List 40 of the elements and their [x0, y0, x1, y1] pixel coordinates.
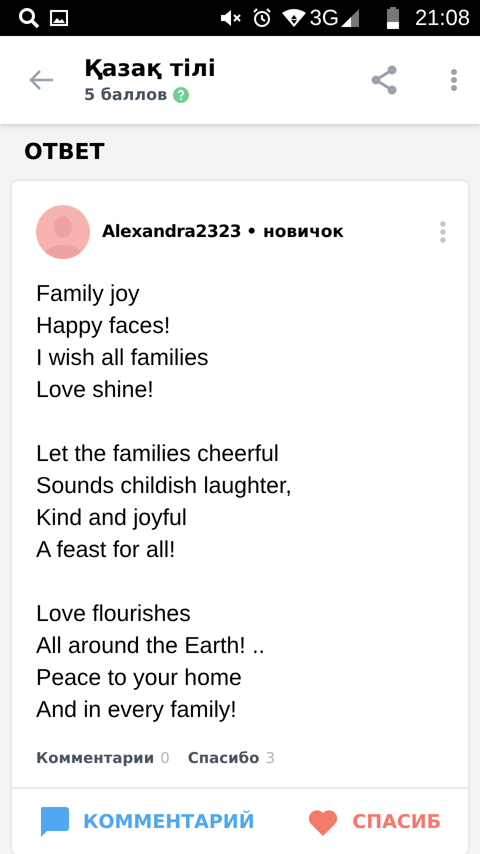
- author-name[interactable]: Alexandra2323: [102, 222, 242, 242]
- section-heading: ОТВЕТ: [23, 139, 106, 167]
- points-label: 5 баллов: [84, 85, 168, 104]
- speech-bubble-icon: [38, 807, 69, 837]
- image-icon: [50, 10, 68, 26]
- alarm-icon: [252, 8, 272, 28]
- poem-line: Peace to your home: [36, 663, 243, 692]
- poem-line: Happy faces!: [36, 311, 172, 340]
- poem-line: Sounds childish laughter,: [36, 471, 293, 500]
- share-icon[interactable]: [370, 65, 398, 95]
- more-icon[interactable]: [440, 220, 446, 244]
- author-rank: • новичок: [246, 222, 344, 242]
- poem-line: Let the families cheerful: [36, 439, 280, 468]
- poem-line: A feast for all!: [36, 535, 176, 564]
- stat-label: Спасибо: [188, 749, 260, 767]
- poem-line: I wish all families: [36, 343, 210, 372]
- search-icon: [18, 7, 40, 29]
- wifi-icon: [282, 9, 306, 27]
- stat-label: Комментарии: [36, 749, 154, 767]
- screen-title: Қазақ тілі: [84, 56, 217, 82]
- network-label: 3G: [310, 5, 339, 31]
- signal-icon: [340, 9, 359, 27]
- poem-line: And in every family!: [36, 695, 238, 724]
- poem-line: Love flourishes: [36, 599, 192, 628]
- stat-count: 0: [160, 749, 170, 767]
- back-icon[interactable]: [28, 69, 54, 91]
- help-icon[interactable]: [173, 86, 190, 102]
- clock: 21:08: [414, 5, 470, 31]
- heart-icon: [308, 808, 338, 836]
- poem-line: All around the Earth! ..: [36, 631, 266, 660]
- poem-line: Kind and joyful: [36, 503, 188, 532]
- more-icon[interactable]: [450, 68, 458, 92]
- avatar-icon[interactable]: [36, 205, 90, 259]
- battery-icon: [386, 7, 399, 29]
- poem-line: Family joy: [36, 279, 141, 308]
- thanks-button[interactable]: СПАСИБ: [308, 807, 442, 837]
- stat-count: 3: [265, 749, 275, 767]
- poem-line: Love shine!: [36, 375, 155, 404]
- mute-icon: [220, 9, 242, 27]
- comment-button[interactable]: КОММЕНТАРИЙ: [38, 807, 255, 837]
